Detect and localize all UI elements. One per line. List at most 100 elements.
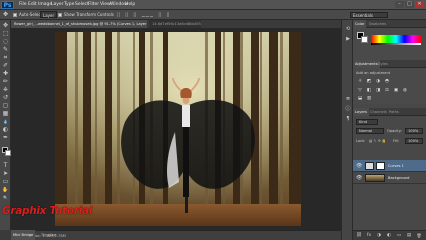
hue-saturation-icon[interactable]: ◧ bbox=[366, 88, 372, 94]
eyedropper-icon[interactable]: ✐ bbox=[1, 62, 10, 70]
curves-icon[interactable]: ◑ bbox=[375, 79, 381, 85]
document-tab[interactable]: 14.6d7ef56c13a6cd8bb0f3b88.jpg @ 66.7% (… bbox=[149, 20, 201, 28]
healing-icon[interactable]: ✚ bbox=[1, 70, 10, 78]
adjustments-panel-tabs: Adjustments Styles bbox=[353, 60, 426, 68]
menu-bar: Ps File Edit Image Layer Type Select Fil… bbox=[0, 0, 426, 10]
lock-icons[interactable]: ▦ ✎ ✥ 🔒 bbox=[369, 138, 386, 144]
new-layer-icon[interactable]: ▤ bbox=[406, 233, 412, 239]
visibility-eye-icon[interactable]: 👁 bbox=[356, 163, 362, 169]
menu-type[interactable]: Type bbox=[64, 0, 74, 10]
path-select-icon[interactable]: ➤ bbox=[1, 170, 10, 178]
tab-layers[interactable]: Layers bbox=[353, 108, 369, 116]
crop-icon[interactable]: ⌗ bbox=[1, 54, 10, 62]
tab-styles[interactable]: Styles bbox=[375, 60, 390, 68]
levels-icon[interactable]: ◩ bbox=[366, 79, 372, 85]
layer-row-curves[interactable]: 👁 Curves 1 bbox=[353, 160, 426, 172]
marquee-icon[interactable]: ⬚ bbox=[1, 30, 10, 38]
auto-select-dropdown[interactable]: Layer bbox=[40, 11, 58, 18]
pen-icon[interactable]: ✒ bbox=[1, 134, 10, 142]
align-buttons[interactable]: ▕▏▕▏▕▏ ▁▁▁ ▕▏▕▏ bbox=[115, 10, 173, 20]
new-adjustment-icon[interactable]: ◐ bbox=[386, 233, 392, 239]
maximize-button[interactable]: □ bbox=[405, 1, 414, 8]
menu-file[interactable]: File bbox=[19, 0, 27, 10]
actions-icon[interactable]: ▶ bbox=[344, 36, 352, 43]
black-white-icon[interactable]: ⚖ bbox=[384, 88, 390, 94]
layer-name[interactable]: Background bbox=[388, 172, 409, 184]
grayscale-ramp[interactable] bbox=[371, 43, 421, 45]
photo-filter-icon[interactable]: ▣ bbox=[393, 88, 399, 94]
layer-style-icon[interactable]: fx bbox=[366, 233, 372, 239]
color-background-swatch[interactable] bbox=[361, 36, 368, 43]
tab-swatches[interactable]: Swatches bbox=[367, 20, 388, 28]
shape-icon[interactable]: ▭ bbox=[1, 178, 10, 186]
opacity-label: Opacity: bbox=[387, 129, 402, 133]
paragraph-icon[interactable]: ¶ bbox=[344, 116, 352, 123]
lasso-icon[interactable]: ◌ bbox=[1, 38, 10, 46]
layer-filter-kind[interactable]: Kind bbox=[356, 119, 378, 125]
properties-icon[interactable]: ≣ bbox=[344, 96, 352, 103]
history-brush-icon[interactable]: ↺ bbox=[1, 94, 10, 102]
opacity-field[interactable]: 100% bbox=[405, 128, 423, 134]
close-button[interactable]: ✕ bbox=[415, 1, 424, 8]
channel-mixer-icon[interactable]: ◍ bbox=[402, 88, 408, 94]
brightness-icon[interactable]: ☼ bbox=[357, 79, 363, 85]
stamp-icon[interactable]: ⎈ bbox=[1, 86, 10, 94]
fill-field[interactable]: 100% bbox=[405, 138, 423, 144]
canvas-area[interactable] bbox=[11, 28, 341, 230]
move-icon[interactable]: ✥ bbox=[1, 22, 10, 30]
document-image[interactable] bbox=[55, 32, 301, 226]
delete-layer-icon[interactable]: 🗑 bbox=[416, 233, 422, 239]
vibrance-icon[interactable]: ▽ bbox=[357, 88, 363, 94]
layer-mask-thumbnail[interactable] bbox=[376, 162, 385, 170]
forest-ballerina-photo bbox=[55, 32, 301, 226]
menu-filter[interactable]: Filter bbox=[88, 0, 99, 10]
auto-select-checkbox[interactable] bbox=[13, 10, 18, 20]
type-icon[interactable]: T bbox=[1, 162, 10, 170]
minimize-button[interactable]: – bbox=[395, 1, 404, 8]
brush-icon[interactable]: ✏ bbox=[1, 78, 10, 86]
color-panel-tabs: Color Swatches bbox=[353, 20, 426, 28]
gradient-icon[interactable]: ▦ bbox=[1, 110, 10, 118]
tab-color[interactable]: Color bbox=[353, 20, 367, 28]
workspace-dropdown[interactable]: Essentials bbox=[350, 12, 388, 18]
info-icon[interactable]: ⓘ bbox=[344, 106, 352, 113]
minibridge-tab[interactable]: Mini Bridge bbox=[11, 230, 36, 240]
color-spectrum[interactable] bbox=[371, 35, 421, 43]
eraser-icon[interactable]: ◻ bbox=[1, 102, 10, 110]
lock-label: Lock: bbox=[356, 139, 366, 143]
layer-row-background[interactable]: 👁 Background bbox=[353, 172, 426, 184]
document-tab-active[interactable]: flower_girl_...weddbonnel_1_of_shubmoseb… bbox=[11, 20, 147, 28]
checkbox-icon bbox=[58, 13, 62, 17]
timeline-tab[interactable]: Timeline bbox=[41, 230, 56, 240]
blend-mode-dropdown[interactable]: Normal bbox=[356, 128, 384, 134]
menu-layer[interactable]: Layer bbox=[51, 0, 64, 10]
tab-channels[interactable]: Channels bbox=[368, 108, 389, 116]
new-group-icon[interactable]: ▭ bbox=[396, 233, 402, 239]
color-balance-icon[interactable]: ◨ bbox=[375, 88, 381, 94]
posterize-icon[interactable]: ▥ bbox=[366, 96, 372, 102]
watermark-text: Graphix Tutorial bbox=[2, 205, 93, 217]
blur-icon[interactable]: 💧 bbox=[1, 118, 10, 126]
quick-select-icon[interactable]: ✎ bbox=[1, 46, 10, 54]
show-transform-checkbox[interactable] bbox=[58, 10, 63, 20]
menu-select[interactable]: Select bbox=[75, 0, 89, 10]
move-tool-icon[interactable]: ✥ bbox=[3, 10, 8, 20]
fill-label: Fill: bbox=[393, 139, 400, 143]
right-panels: Color Swatches Adjustments Styles Add an… bbox=[353, 20, 426, 240]
zoom-icon[interactable]: 🔍 bbox=[1, 194, 10, 202]
menu-edit[interactable]: Edit bbox=[28, 0, 37, 10]
hand-icon[interactable]: ✋ bbox=[1, 186, 10, 194]
tab-paths[interactable]: Paths bbox=[387, 108, 401, 116]
exposure-icon[interactable]: ◓ bbox=[384, 79, 390, 85]
link-layers-icon[interactable]: ⛓ bbox=[356, 233, 362, 239]
history-icon[interactable]: ⟲ bbox=[344, 26, 352, 33]
menu-help[interactable]: Help bbox=[125, 0, 135, 10]
add-mask-icon[interactable]: ◑ bbox=[376, 233, 382, 239]
menu-image[interactable]: Image bbox=[38, 0, 52, 10]
dodge-icon[interactable]: ◐ bbox=[1, 126, 10, 134]
invert-icon[interactable]: ⬓ bbox=[357, 96, 363, 102]
visibility-eye-icon[interactable]: 👁 bbox=[356, 175, 362, 181]
photoshop-logo: Ps bbox=[1, 1, 14, 9]
options-bar: ✥ Auto-Select: Layer Show Transform Cont… bbox=[0, 10, 426, 20]
layer-name[interactable]: Curves 1 bbox=[388, 160, 404, 172]
